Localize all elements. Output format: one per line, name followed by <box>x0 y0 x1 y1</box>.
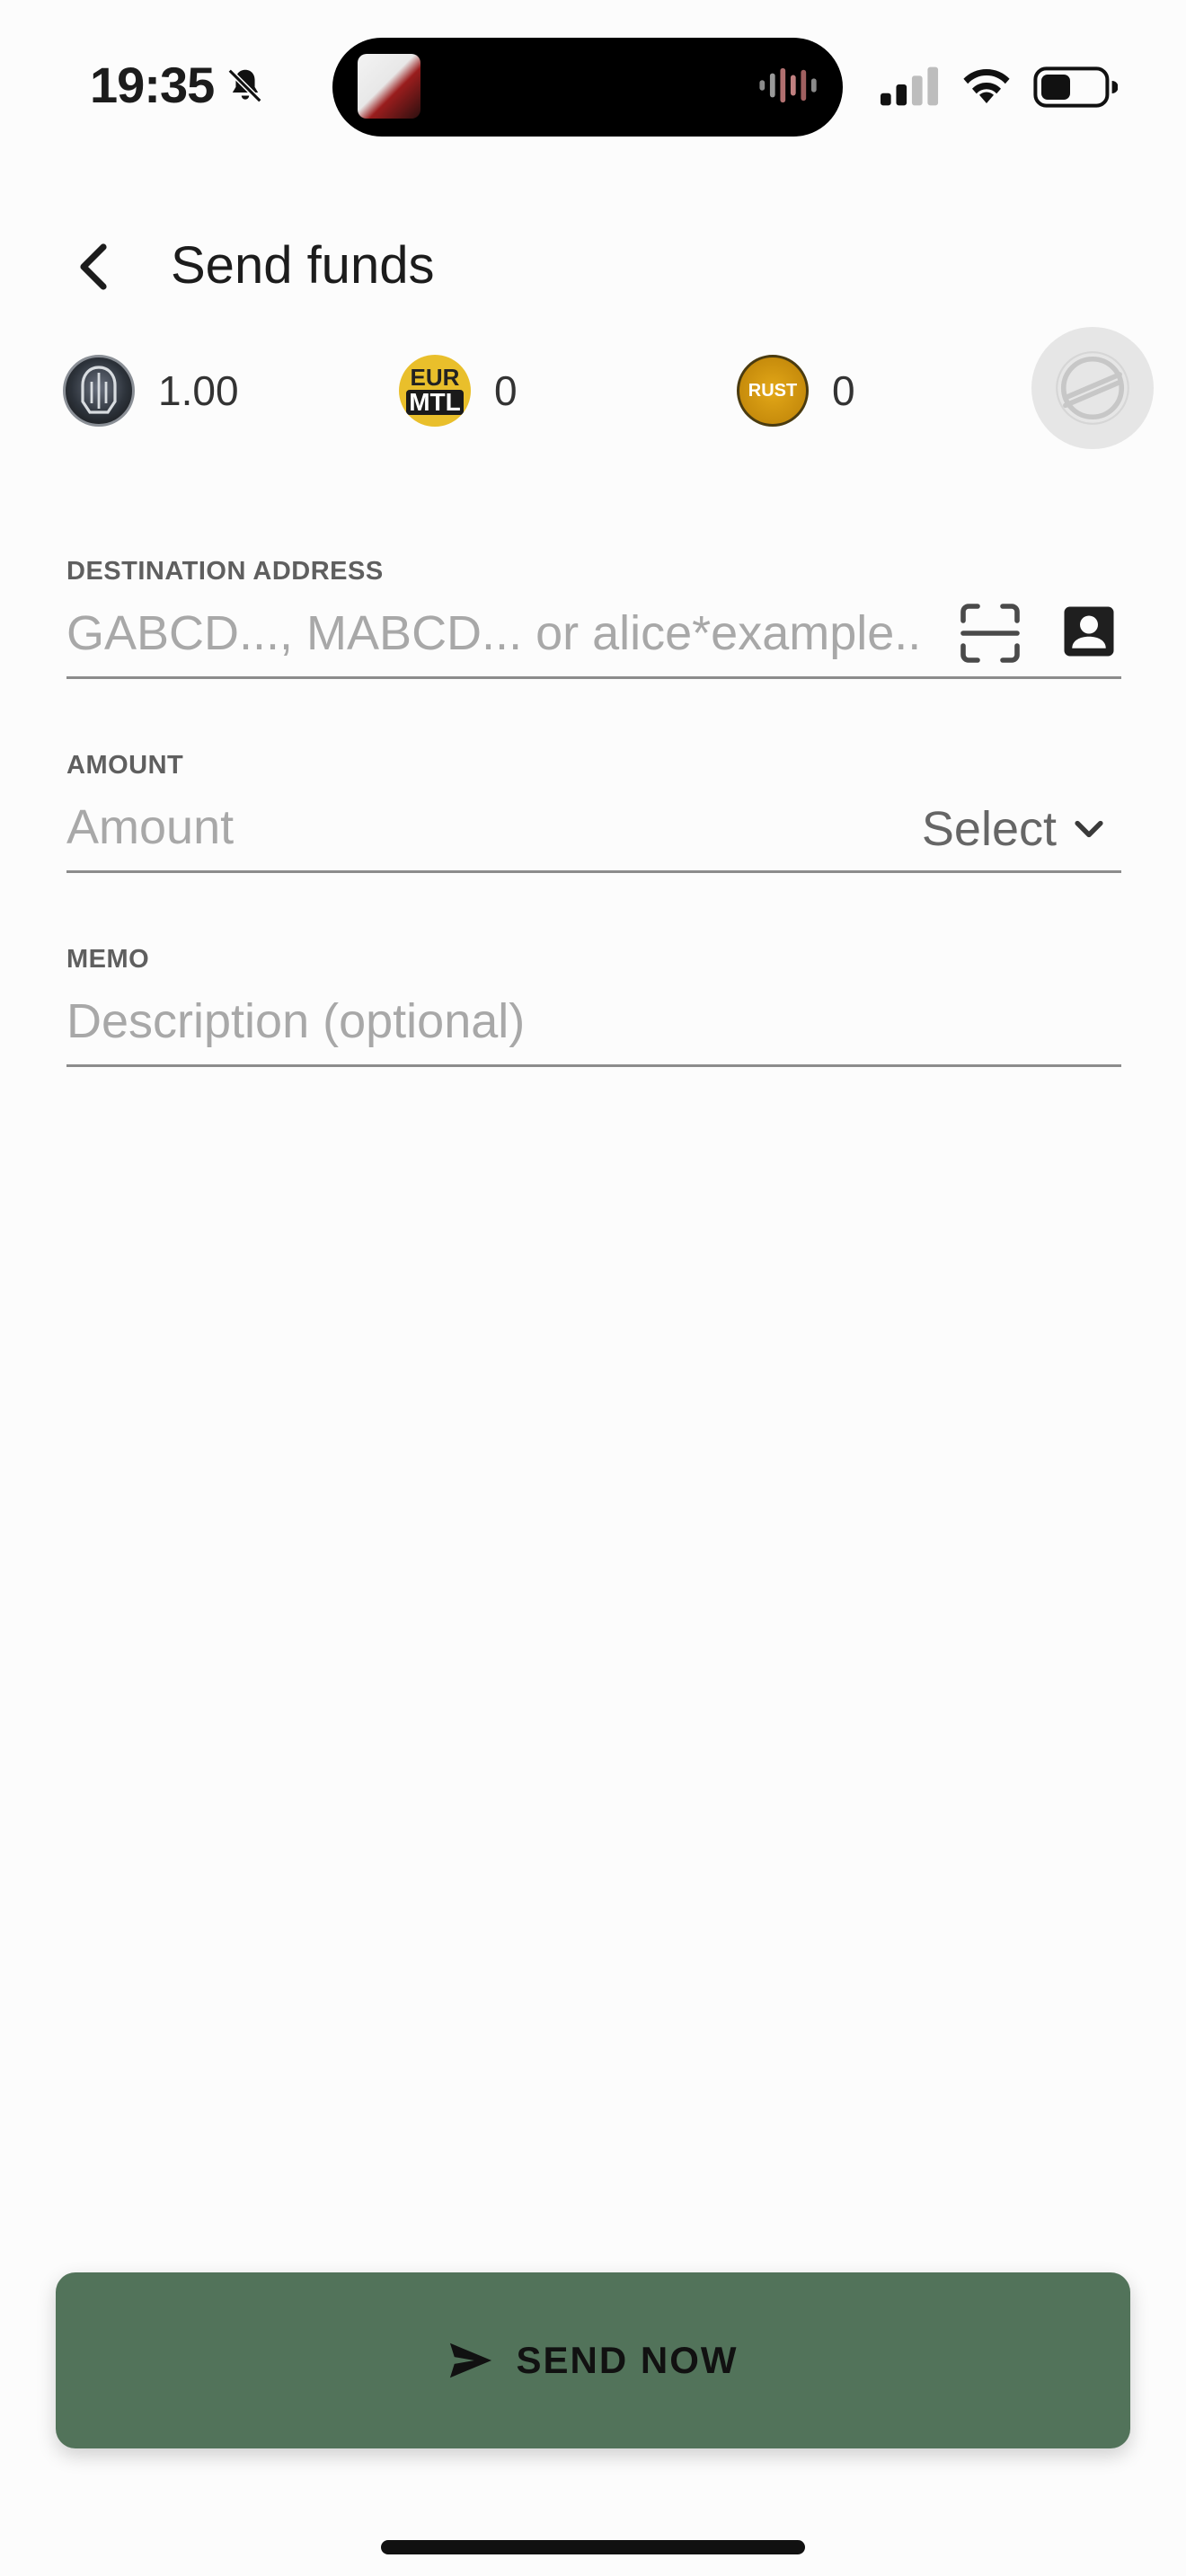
wifi-icon <box>963 68 1010 103</box>
send-icon <box>449 2342 491 2378</box>
chevron-down-icon <box>1075 820 1103 838</box>
home-indicator[interactable] <box>381 2540 805 2554</box>
helmet-emblem-icon <box>81 366 117 414</box>
destination-address-label: DESTINATION ADDRESS <box>66 557 384 586</box>
now-playing-artwork <box>358 54 420 119</box>
status-bar: 19:35 <box>0 0 1186 171</box>
asset-select-dropdown[interactable]: Select <box>922 795 1109 863</box>
qr-scan-icon[interactable] <box>958 601 1022 666</box>
asset-balance-rust[interactable]: RUST 0 <box>737 350 855 431</box>
amount-row: Select <box>66 793 1121 873</box>
status-time: 19:35 <box>90 57 215 113</box>
contacts-icon[interactable] <box>1062 604 1116 658</box>
memo-row <box>66 987 1121 1067</box>
memo-label: MEMO <box>66 945 150 974</box>
amount-input[interactable] <box>66 793 830 861</box>
send-now-label: SEND NOW <box>516 2339 739 2381</box>
send-now-button[interactable]: SEND NOW <box>56 2272 1130 2448</box>
mtl-logo <box>63 355 135 427</box>
memo-field: MEMO <box>66 945 1121 1067</box>
bell-slash-icon <box>227 68 262 103</box>
asset-value: 0 <box>832 367 855 414</box>
asset-balance-eurmtl[interactable]: EUR MTL 0 <box>399 350 518 431</box>
stellar-icon <box>1056 351 1129 425</box>
audio-waveform-icon <box>759 67 817 103</box>
asset-balance-mtl[interactable]: 1.00 <box>63 350 239 431</box>
destination-address-field: DESTINATION ADDRESS <box>66 557 1121 679</box>
stellar-network-button[interactable] <box>1031 327 1154 449</box>
destination-address-input[interactable] <box>66 599 920 667</box>
battery-icon <box>1033 66 1118 108</box>
chevron-left-icon <box>80 243 107 290</box>
asset-select-label: Select <box>921 802 1057 856</box>
amount-field: AMOUNT Select <box>66 751 1121 873</box>
amount-label: AMOUNT <box>66 751 184 780</box>
asset-value: 1.00 <box>158 367 239 414</box>
cellular-signal-icon <box>881 66 939 106</box>
back-button[interactable] <box>63 226 126 307</box>
asset-value: 0 <box>494 367 518 414</box>
rust-logo: RUST <box>737 355 809 427</box>
page-title: Send funds <box>171 236 435 295</box>
memo-input[interactable] <box>66 987 1118 1055</box>
eurmtl-logo: EUR MTL <box>399 355 471 427</box>
destination-address-row <box>66 599 1121 679</box>
